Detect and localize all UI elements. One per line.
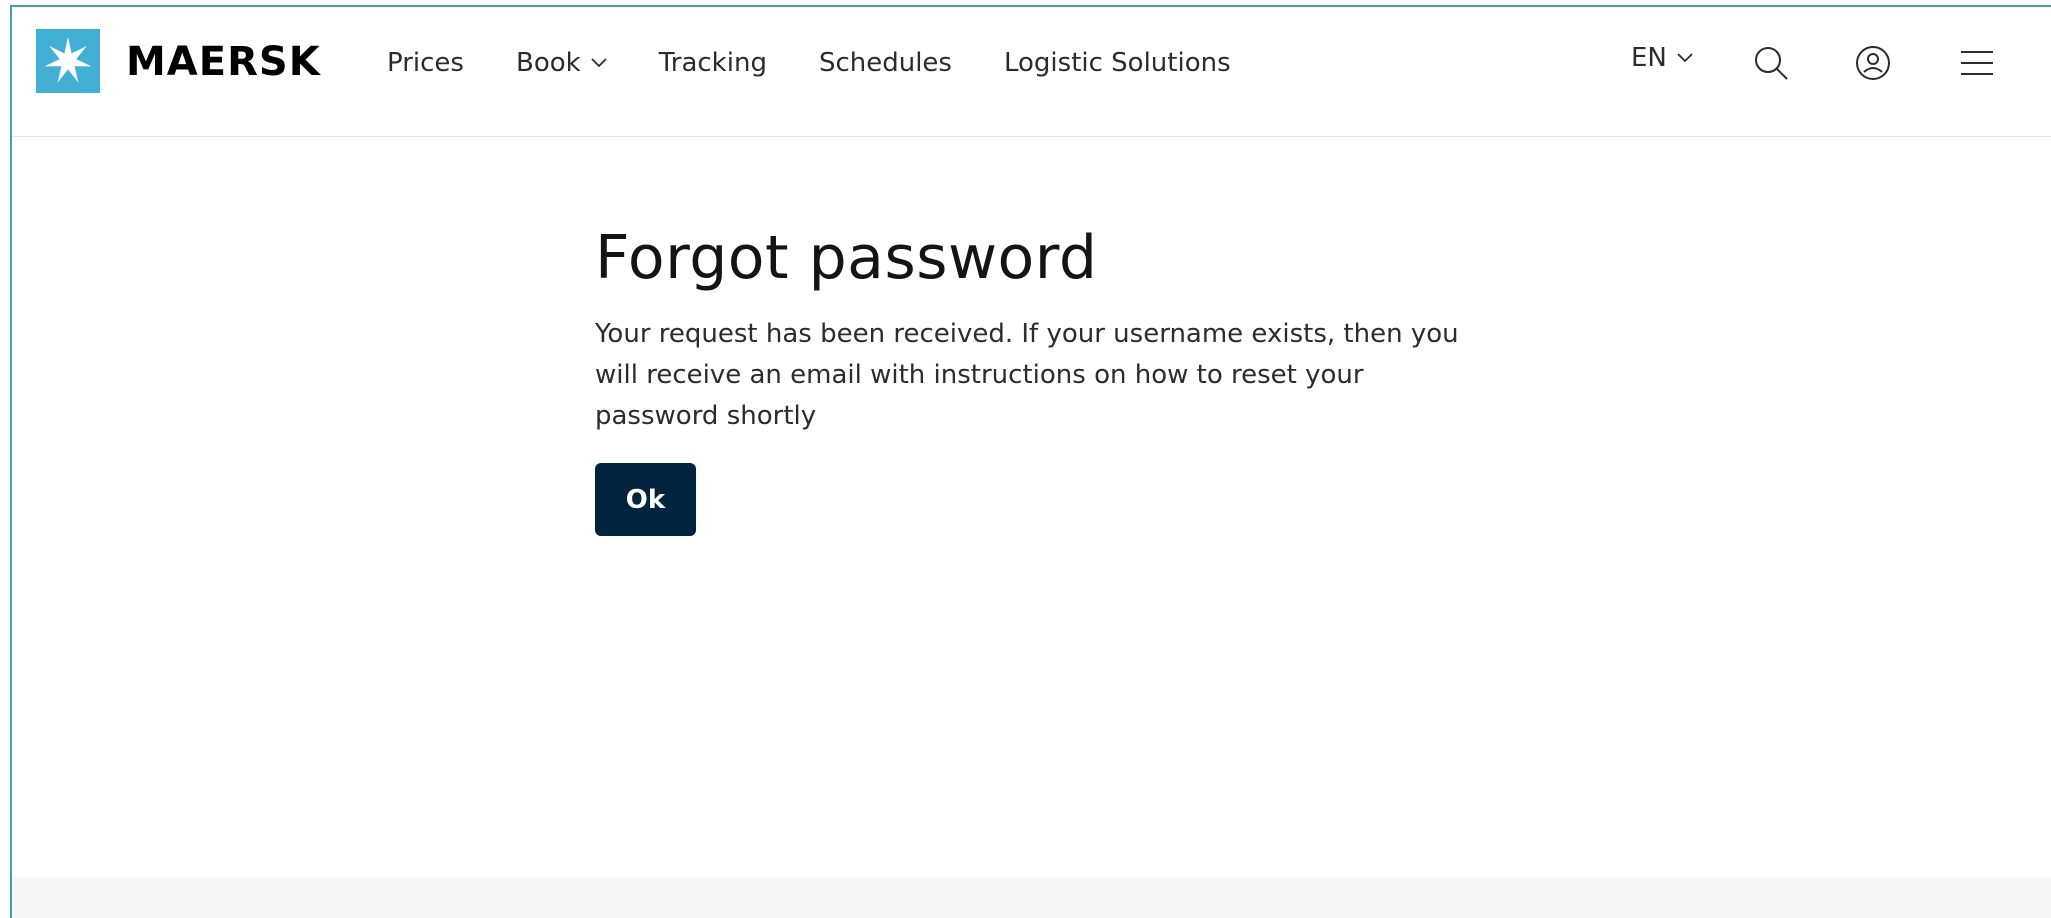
language-selector[interactable]: EN [1631,43,1693,73]
header-tools: EN [1631,39,2051,87]
hamburger-menu-icon [1961,51,1993,75]
nav-item-label: Book [515,48,581,78]
search-icon [1755,47,1788,80]
nav-item-label: Schedules [818,48,952,78]
nav-item-tracking[interactable]: Tracking [659,48,767,78]
chevron-down-icon [591,58,607,68]
footer-band [12,877,2051,918]
nav-item-book[interactable]: Book [516,48,607,78]
main-nav: Prices Book Tracking Schedules Logistic … [387,43,1283,83]
site-header: MAERSK Prices Book Tracking Schedules Lo… [12,7,2051,137]
nav-item-label: Prices [387,48,464,78]
ok-button[interactable]: Ok [595,463,696,536]
nav-item-schedules[interactable]: Schedules [819,48,952,78]
account-button[interactable] [1849,39,1897,87]
user-circle-icon [1856,46,1890,80]
browser-frame: MAERSK Prices Book Tracking Schedules Lo… [10,5,2051,918]
brand-wordmark[interactable]: MAERSK [126,37,321,87]
confirmation-message: Your request has been received. If your … [595,319,1459,431]
nav-item-label: Tracking [658,48,767,78]
search-button[interactable] [1747,39,1795,87]
maersk-logo[interactable] [36,29,100,93]
nav-item-logistic-solutions[interactable]: Logistic Solutions [1004,48,1231,78]
menu-button[interactable] [1953,39,2001,87]
nav-item-label: Logistic Solutions [1003,48,1231,78]
chevron-down-icon [1677,53,1693,63]
nav-item-prices[interactable]: Prices [387,48,464,78]
language-label: EN [1631,43,1667,73]
page-title: Forgot password [595,223,1098,293]
star-icon [44,37,92,83]
forgot-password-panel: Forgot password Your request has been re… [595,222,1495,536]
